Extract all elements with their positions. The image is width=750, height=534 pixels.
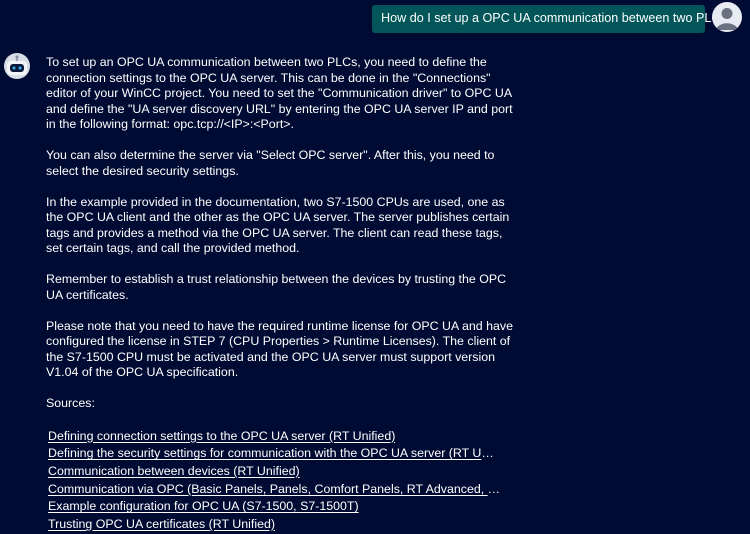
answer-paragraph: You can also determine the server via "S… [46,148,495,178]
source-item: Communication via OPC (Basic Panels, Pan… [48,481,516,499]
source-link[interactable]: Communication via OPC (Basic Panels, Pan… [48,481,500,497]
assistant-answer: To set up an OPC UA communication betwee… [46,55,516,534]
answer-paragraph: In the example provided in the documenta… [46,194,510,256]
source-item: Example configuration for OPC UA (S7-150… [48,498,516,516]
user-message-text: How do I set up a OPC UA communication b… [381,11,734,25]
robot-icon [4,53,30,79]
source-item: Defining the security settings for commu… [48,445,516,463]
user-avatar-icon [712,2,742,32]
source-link[interactable]: Communication between devices (RT Unifie… [48,463,300,479]
source-item: Defining connection settings to the OPC … [48,428,516,446]
source-link[interactable]: Trusting OPC UA certificates (RT Unified… [48,516,275,532]
answer-paragraph: Please note that you need to have the re… [46,318,514,380]
answer-paragraph: Remember to establish a trust relationsh… [46,272,507,302]
sources-label: Sources: [46,396,95,411]
source-link[interactable]: Example configuration for OPC UA (S7-150… [48,498,359,514]
source-link[interactable]: Defining connection settings to the OPC … [48,428,395,444]
source-item: Trusting OPC UA certificates (RT Unified… [48,516,516,534]
source-link[interactable]: Defining the security settings for commu… [48,445,500,461]
answer-paragraph: To set up an OPC UA communication betwee… [46,55,513,131]
source-item: Communication between devices (RT Unifie… [48,463,516,481]
user-message-bubble: How do I set up a OPC UA communication b… [372,5,734,33]
sources-list: Defining connection settings to the OPC … [46,428,516,534]
